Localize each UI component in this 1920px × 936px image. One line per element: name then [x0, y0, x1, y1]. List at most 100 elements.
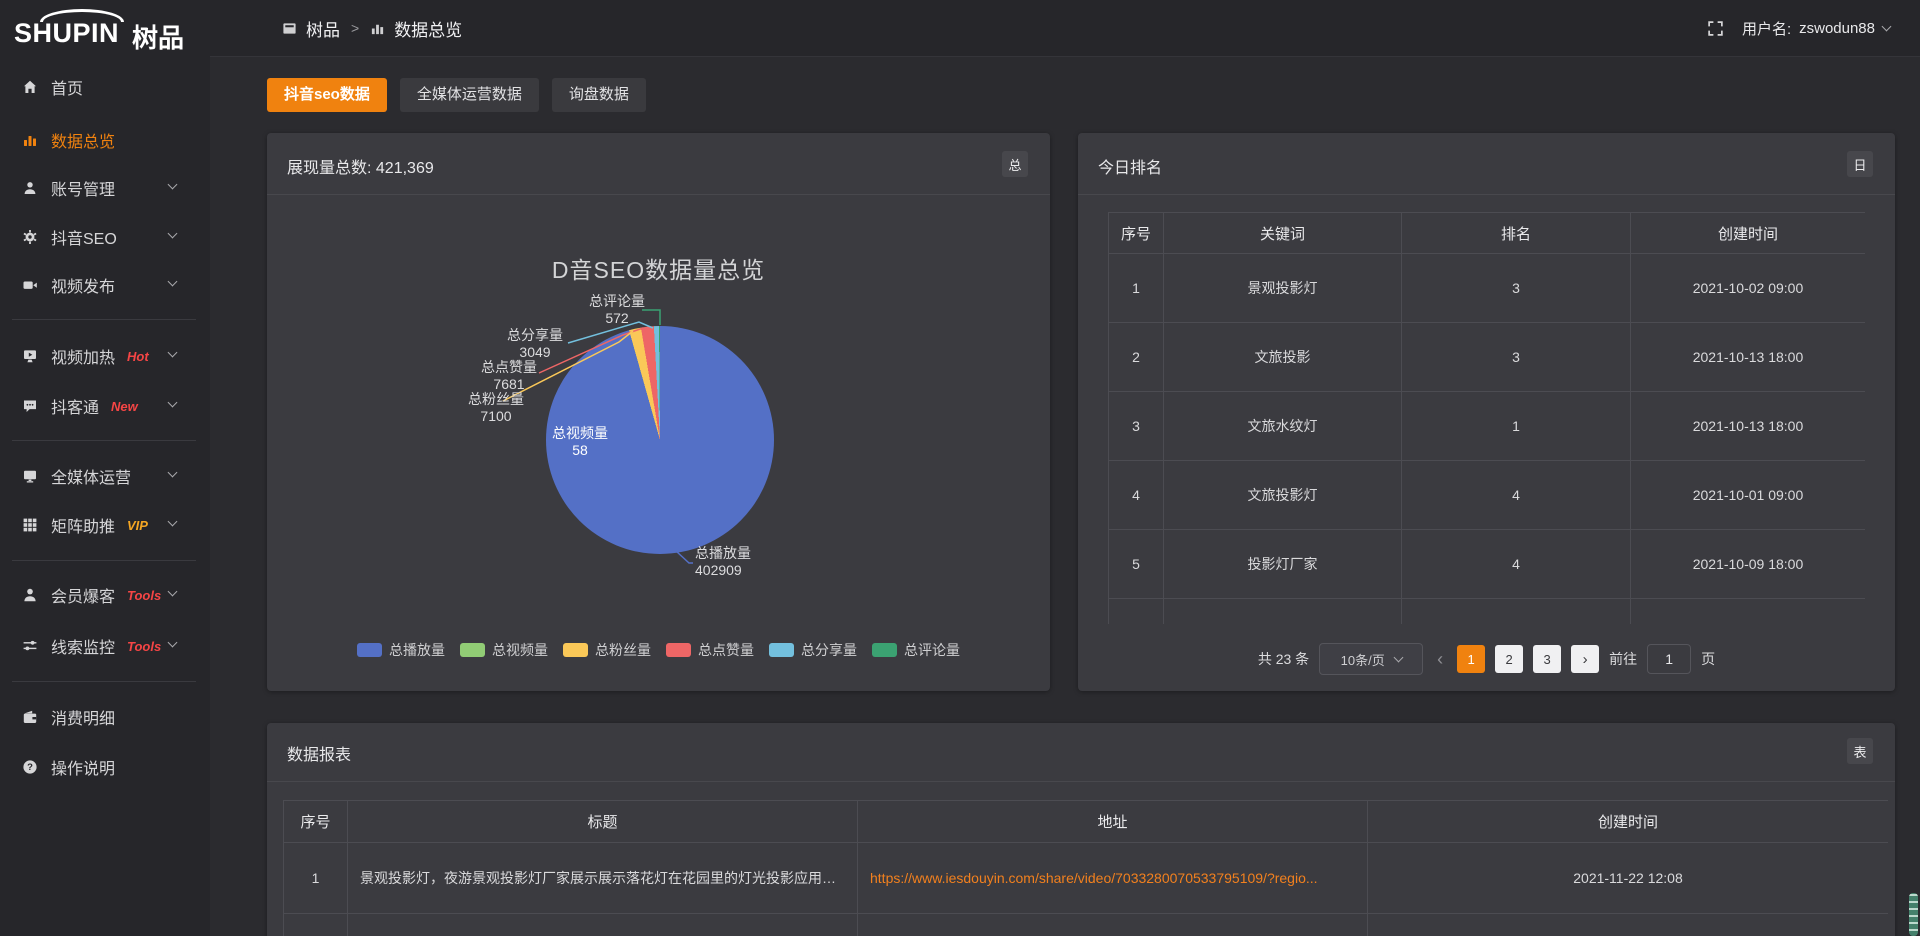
tab-douyin-seo-data[interactable]: 抖音seo数据: [267, 78, 387, 112]
logo[interactable]: SHUPIN 树品: [14, 10, 196, 46]
legend-item-videos[interactable]: 总视频量: [460, 640, 548, 660]
total-toggle-button[interactable]: 总: [1002, 151, 1028, 177]
sidebar-item-account[interactable]: 账号管理: [0, 173, 210, 203]
user-menu[interactable]: 用户名: zswodun88: [1742, 18, 1890, 39]
data-report-card: 数据报表 表 序号 标题 地址 创建时间 1 景观投影灯，夜游景观投影灯厂家展示…: [267, 723, 1895, 936]
sidebar-divider: [12, 681, 196, 682]
tab-all-media-data[interactable]: 全媒体运营数据: [400, 78, 539, 112]
legend-swatch: [460, 643, 485, 657]
sidebar-item-member-tools[interactable]: 会员爆客 Tools: [0, 580, 210, 610]
pie-label-plays: 总播放量402909: [695, 545, 805, 579]
table-header-row: 序号 标题 地址 创建时间: [284, 801, 1889, 843]
tab-inquiry-data[interactable]: 询盘数据: [552, 78, 646, 112]
sidebar-item-douyin-seo[interactable]: 抖音SEO: [0, 222, 210, 252]
username-label: 用户名:: [1742, 18, 1791, 39]
sidebar-item-consumption[interactable]: 消费明细: [0, 702, 210, 732]
table-row: 2 文旅投影 3 2021-10-13 18:00: [1109, 323, 1866, 392]
legend-swatch: [872, 643, 897, 657]
overview-card-header: 展现量总数: 421,369 总: [267, 133, 1050, 195]
gear-icon: [22, 229, 38, 245]
sidebar-item-label: 矩阵助推: [51, 513, 115, 537]
monitor-play-icon: [22, 348, 38, 364]
pie-label-videos: 总视频量58: [525, 425, 635, 459]
stat-value: 421,369: [376, 160, 434, 177]
page-size-select[interactable]: 10条/页: [1319, 643, 1423, 675]
goto-page-input[interactable]: [1647, 644, 1691, 674]
sidebar-item-home[interactable]: 首页: [0, 72, 210, 102]
sidebar-item-label: 抖音SEO: [51, 225, 117, 249]
video-url-link[interactable]: https://www.iesdouyin.com/share/video/70…: [858, 843, 1368, 914]
table-row: 1 景观投影灯，夜游景观投影灯厂家展示展示落花灯在花园里的灯光投影应用效果 # …: [284, 843, 1889, 914]
table-row: 3 文旅水纹灯 1 2021-10-13 18:00: [1109, 392, 1866, 461]
logo-text-cn: 树品: [132, 18, 184, 55]
legend-item-plays[interactable]: 总播放量: [357, 640, 445, 660]
ranking-card-title: 今日排名: [1098, 154, 1162, 178]
scrollbar-thumb[interactable]: [1909, 893, 1918, 936]
hot-badge: Hot: [127, 349, 149, 364]
sliders-icon: [22, 638, 38, 654]
tools-badge: Tools: [127, 639, 161, 654]
username-value: zswodun88: [1799, 20, 1875, 37]
sidebar-item-label: 账号管理: [51, 176, 115, 200]
legend-item-likes[interactable]: 总点赞量: [666, 640, 754, 660]
table-row: 4 文旅投影灯 4 2021-10-01 09:00: [1109, 461, 1866, 530]
sidebar-item-label: 会员爆客: [51, 583, 115, 607]
fullscreen-icon[interactable]: [1707, 20, 1724, 37]
next-page-button[interactable]: ›: [1571, 645, 1599, 673]
table-toggle-button[interactable]: 表: [1847, 738, 1873, 764]
pie-chart: D音SEO数据量总览 总评论量572 总分享量3049 总点赞量7681 总粉丝…: [267, 195, 1050, 691]
chevron-down-icon: [168, 277, 178, 287]
overview-card: 展现量总数: 421,369 总 D音SEO数据量总览 总评论量572 总分享量…: [267, 133, 1050, 691]
wallet-icon: [22, 709, 38, 725]
pie-label-likes: 总点赞量7681: [454, 359, 564, 393]
pagination: 共 23 条 10条/页 ‹ 1 2 3 › 前往 页: [1078, 643, 1895, 675]
sidebar-item-all-media[interactable]: 全媒体运营: [0, 461, 210, 491]
sidebar-item-label: 操作说明: [51, 755, 115, 779]
stat-label: 展现量总数:: [287, 160, 371, 177]
user-icon: [22, 180, 38, 196]
column-header-seq: 序号: [1109, 213, 1164, 254]
sidebar-item-douketong[interactable]: 抖客通 New: [0, 391, 210, 421]
breadcrumb: 树品 > 数据总览: [282, 16, 462, 41]
page-button-1[interactable]: 1: [1457, 645, 1485, 673]
sidebar-item-label: 首页: [51, 75, 83, 99]
chevron-down-icon: [168, 398, 178, 408]
column-header-rank: 排名: [1402, 213, 1631, 254]
prev-page-button[interactable]: ‹: [1433, 649, 1447, 670]
daily-toggle-button[interactable]: 日: [1847, 151, 1873, 177]
sidebar-item-instructions[interactable]: ? 操作说明: [0, 752, 210, 782]
breadcrumb-current-icon: [370, 21, 385, 36]
sidebar-item-matrix-boost[interactable]: 矩阵助推 VIP: [0, 510, 210, 540]
sidebar-item-lead-monitor[interactable]: 线索监控 Tools: [0, 631, 210, 661]
pie-label-fans: 总粉丝量7100: [441, 391, 551, 425]
tools-badge: Tools: [127, 588, 161, 603]
sidebar-item-video-publish[interactable]: 视频发布: [0, 270, 210, 300]
sidebar-item-data-overview[interactable]: 数据总览: [0, 125, 210, 155]
monitor-icon: [22, 468, 38, 484]
chart-legend: 总播放量 总视频量 总粉丝量 总点赞量 总分享量 总评论量: [267, 640, 1050, 660]
sidebar-divider: [12, 440, 196, 441]
sidebar-item-label: 数据总览: [51, 128, 115, 152]
home-icon: [22, 79, 38, 95]
chat-bubble-icon: [22, 398, 38, 414]
page-button-3[interactable]: 3: [1533, 645, 1561, 673]
legend-item-comments[interactable]: 总评论量: [872, 640, 960, 660]
pie-label-shares: 总分享量3049: [480, 327, 590, 361]
chevron-down-icon: [168, 229, 178, 239]
table-row: 5 投影灯厂家 4 2021-10-09 18:00: [1109, 530, 1866, 599]
legend-item-fans[interactable]: 总粉丝量: [563, 640, 651, 660]
question-circle-icon: ?: [22, 759, 38, 775]
breadcrumb-root[interactable]: 树品: [306, 16, 340, 41]
sidebar-divider: [12, 560, 196, 561]
goto-suffix: 页: [1701, 649, 1715, 669]
sidebar-item-video-heat[interactable]: 视频加热 Hot: [0, 341, 210, 371]
legend-swatch: [769, 643, 794, 657]
page-button-2[interactable]: 2: [1495, 645, 1523, 673]
legend-swatch: [563, 643, 588, 657]
report-card-title: 数据报表: [287, 741, 351, 765]
sidebar-item-label: 视频加热: [51, 344, 115, 368]
chevron-down-icon: [168, 638, 178, 648]
column-header-keyword: 关键词: [1164, 213, 1402, 254]
chevron-down-icon: [168, 587, 178, 597]
legend-item-shares[interactable]: 总分享量: [769, 640, 857, 660]
